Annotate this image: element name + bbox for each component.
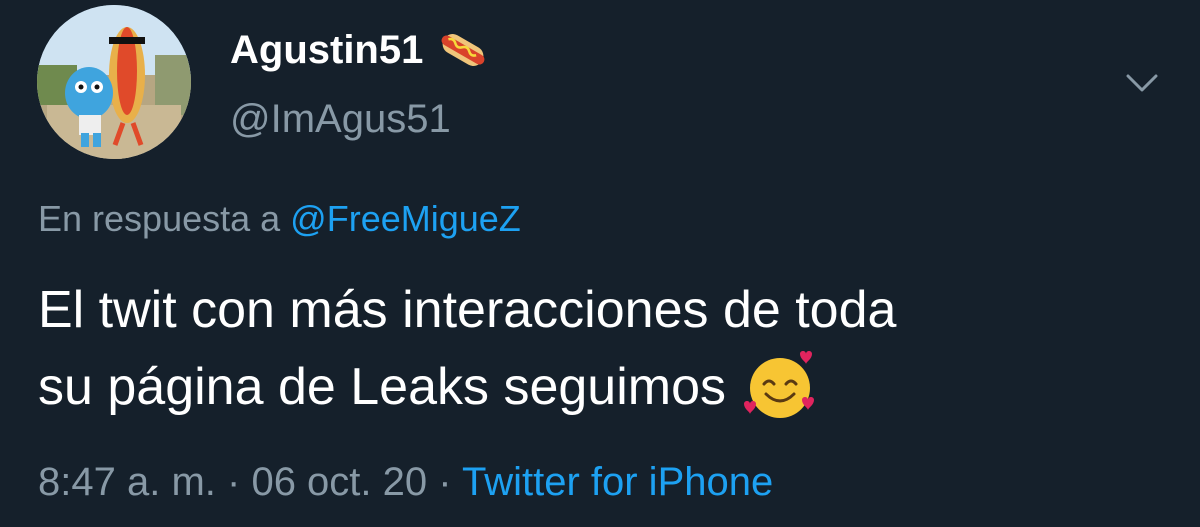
tweet-time[interactable]: 8:47 a. m. — [38, 460, 216, 504]
smiling-face-with-hearts-icon — [740, 348, 820, 420]
meta-separator: · — [438, 460, 452, 504]
tweet-date[interactable]: 06 oct. 20 — [251, 460, 427, 504]
author-name-row[interactable]: Agustin51 — [230, 26, 489, 74]
display-name[interactable]: Agustin51 — [230, 26, 423, 74]
tweet-text-line: El twit con más interacciones de toda — [38, 281, 897, 339]
hotdog-icon — [437, 28, 489, 72]
reply-context: En respuesta a @FreeMigueZ — [38, 196, 521, 242]
reply-prefix: En respuesta a — [38, 198, 281, 239]
chevron-down-icon[interactable] — [1124, 68, 1160, 98]
avatar[interactable] — [37, 5, 191, 159]
tweet-text-line: su página de Leaks seguimos — [38, 358, 727, 416]
tweet-text: El twit con más interacciones de toda su… — [38, 272, 1168, 425]
tweet-source-link[interactable]: Twitter for iPhone — [462, 460, 773, 504]
meta-separator: · — [227, 460, 241, 504]
reply-mention-link[interactable]: @FreeMigueZ — [290, 198, 521, 239]
tweet-text-line-with-emoji: su página de Leaks seguimos — [38, 348, 1168, 425]
author-handle[interactable]: @ImAgus51 — [230, 95, 451, 143]
tweet-meta: 8:47 a. m. · 06 oct. 20 · Twitter for iP… — [38, 456, 773, 508]
